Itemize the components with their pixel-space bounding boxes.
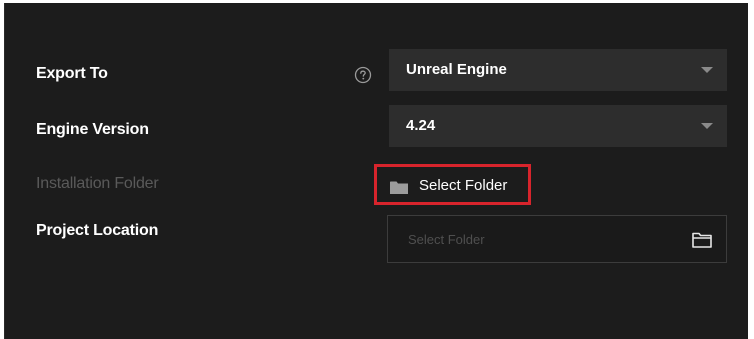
engine-version-value: 4.24 — [406, 117, 436, 134]
folder-outline-icon[interactable] — [692, 232, 712, 248]
folder-filled-icon — [390, 181, 408, 194]
select-folder-button[interactable]: Select Folder — [374, 164, 531, 205]
export-settings-panel: Export To Unreal Engine Engine Version 4… — [4, 3, 748, 339]
export-to-value: Unreal Engine — [406, 61, 507, 78]
engine-version-label: Engine Version — [36, 121, 149, 138]
installation-folder-label: Installation Folder — [36, 175, 159, 192]
export-to-dropdown[interactable]: Unreal Engine — [389, 49, 727, 91]
chevron-down-icon — [701, 123, 713, 129]
project-location-field[interactable]: Select Folder — [387, 215, 727, 263]
engine-version-dropdown[interactable]: 4.24 — [389, 105, 727, 147]
select-folder-button-label: Select Folder — [419, 177, 508, 194]
export-to-label: Export To — [36, 65, 108, 82]
project-location-label: Project Location — [36, 222, 159, 239]
project-location-placeholder: Select Folder — [408, 232, 485, 247]
chevron-down-icon — [701, 67, 713, 73]
question-circle-icon[interactable] — [354, 66, 372, 84]
